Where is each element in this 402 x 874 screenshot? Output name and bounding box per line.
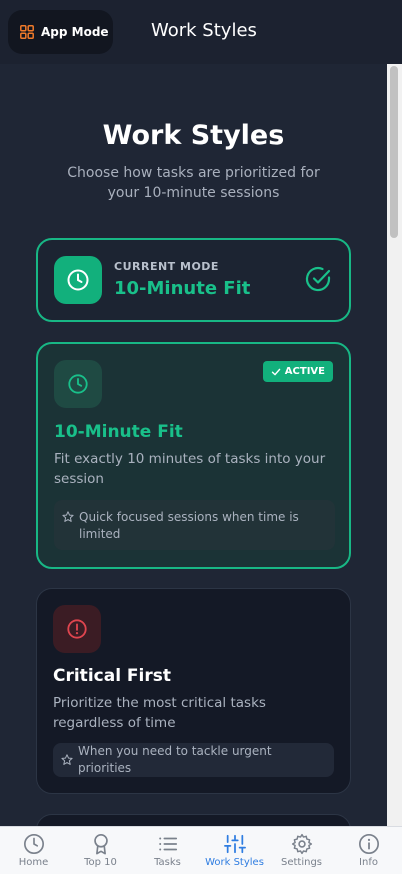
clock-icon — [23, 834, 44, 854]
style-card-10-minute-fit[interactable]: ACTIVE 10-Minute Fit Fit exactly 10 minu… — [36, 342, 351, 569]
nav-label: Work Styles — [205, 857, 264, 868]
info-icon — [358, 834, 379, 854]
check-icon — [271, 368, 281, 375]
clock-icon — [54, 256, 102, 304]
style-card-critical-first[interactable]: Critical First Prioritize the most criti… — [36, 588, 351, 794]
app-mode-label: App Mode — [41, 25, 109, 39]
star-icon — [62, 511, 74, 522]
gear-icon — [291, 833, 312, 855]
main-content: Work Styles Choose how tasks are priorit… — [0, 64, 387, 826]
scrollbar-thumb[interactable] — [390, 66, 398, 238]
app-mode-button[interactable]: App Mode — [8, 10, 113, 54]
nav-label: Settings — [280, 857, 322, 868]
star-icon — [61, 754, 73, 765]
bottom-nav: Home Top 10 Tasks Work Styles Settings I… — [0, 826, 402, 874]
nav-item-work-styles[interactable]: Work Styles — [201, 827, 268, 874]
active-badge-label: ACTIVE — [284, 366, 325, 377]
page-subtitle: Choose how tasks are prioritized for you… — [67, 165, 320, 201]
nav-label: Home — [18, 857, 49, 868]
current-mode-card: CURRENT MODE 10-Minute Fit — [36, 238, 351, 322]
style-tip: When you need to tackle urgent prioritie… — [53, 743, 334, 777]
style-title: Critical First — [53, 666, 172, 686]
nav-label: Top 10 — [84, 857, 117, 868]
grid-icon — [20, 25, 34, 39]
current-mode-value: 10-Minute Fit — [114, 278, 251, 299]
nav-item-tasks[interactable]: Tasks — [134, 827, 201, 874]
nav-item-info[interactable]: Info — [335, 827, 402, 874]
check-circle-icon — [305, 266, 331, 292]
nav-label: Tasks — [154, 857, 181, 868]
header-title: Work Styles — [151, 20, 257, 41]
current-mode-label: CURRENT MODE — [114, 260, 219, 273]
style-tip: Quick focused sessions when time is limi… — [54, 500, 335, 550]
award-icon — [93, 834, 108, 855]
nav-item-settings[interactable]: Settings — [268, 827, 335, 874]
active-badge: ACTIVE — [262, 361, 333, 382]
style-tip-text: When you need to tackle urgent prioritie… — [78, 744, 272, 775]
screen: App Mode Work Styles Work Styles Choose … — [0, 0, 402, 874]
top-header: App Mode Work Styles — [0, 0, 402, 64]
sliders-icon — [223, 834, 246, 854]
list-icon — [158, 837, 177, 851]
style-description: Prioritize the most critical tasks regar… — [53, 695, 266, 731]
clock-icon — [54, 360, 102, 408]
nav-label: Info — [359, 857, 378, 868]
style-card-next[interactable] — [36, 814, 351, 826]
style-tip-text: Quick focused sessions when time is limi… — [79, 510, 299, 541]
style-description: Fit exactly 10 minutes of tasks into you… — [54, 451, 326, 487]
style-title: 10-Minute Fit — [54, 422, 183, 442]
nav-item-top-10[interactable]: Top 10 — [67, 827, 134, 874]
alert-circle-icon — [53, 605, 101, 653]
page-title: Work Styles — [102, 120, 285, 151]
nav-item-home[interactable]: Home — [0, 827, 67, 874]
